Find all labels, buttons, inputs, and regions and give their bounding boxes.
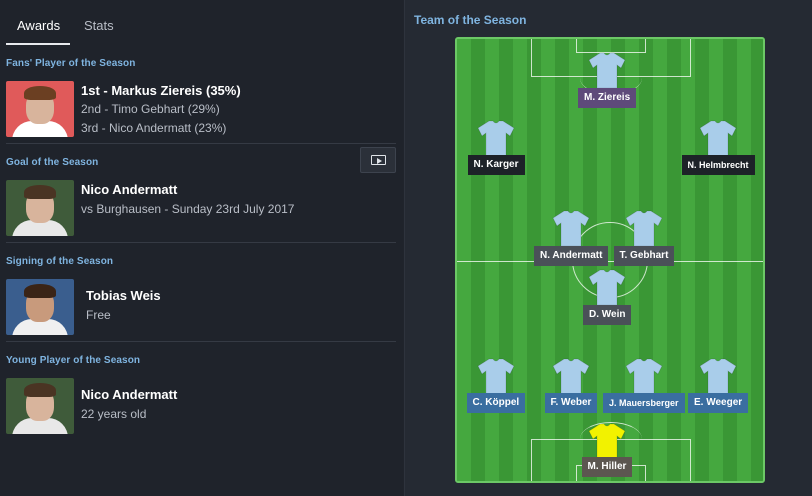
player-name-tag[interactable]: C. Köppel — [466, 393, 526, 413]
shirt-icon[interactable] — [551, 356, 591, 396]
player-name-tag[interactable]: D. Wein — [583, 305, 632, 325]
player-name-tag[interactable]: N. Helmbrecht — [681, 155, 755, 175]
tab-stats[interactable]: Stats — [73, 8, 125, 45]
shirt-icon[interactable] — [587, 50, 627, 90]
player-name-tag[interactable]: F. Weber — [544, 393, 598, 413]
divider — [6, 341, 396, 342]
player-name-tag[interactable]: M. Ziereis — [578, 88, 637, 108]
awards-panel: Awards Stats Fans' Player of the Season … — [0, 0, 403, 496]
tab-bar: Awards Stats — [6, 8, 125, 45]
shirt-icon[interactable] — [476, 356, 516, 396]
tab-awards[interactable]: Awards — [6, 8, 70, 45]
shirt-icon[interactable] — [551, 208, 591, 248]
shirt-icon[interactable] — [698, 118, 738, 158]
section-title: Signing of the Season — [6, 256, 114, 267]
player-name-tag[interactable]: N. Andermatt — [534, 246, 609, 266]
player-name-tag[interactable]: M. Hiller — [581, 457, 633, 477]
player-photo-andermatt-young[interactable] — [6, 378, 74, 434]
divider — [6, 143, 396, 144]
signing-detail: Free — [86, 308, 111, 322]
team-title: Team of the Season — [414, 13, 527, 27]
shirt-icon[interactable] — [624, 356, 664, 396]
player-photo-weis[interactable] — [6, 279, 74, 335]
goalkeeper-shirt-icon[interactable] — [587, 421, 627, 461]
player-name-tag[interactable]: J. Mauersberger — [603, 393, 685, 413]
section-title: Goal of the Season — [6, 157, 99, 168]
player-name-tag[interactable]: T. Gebhart — [613, 246, 675, 266]
shirt-icon[interactable] — [476, 118, 516, 158]
player-photo-ziereis[interactable] — [6, 81, 74, 137]
shirt-icon[interactable] — [624, 208, 664, 248]
player-name-tag[interactable]: E. Weeger — [688, 393, 749, 413]
team-of-season-panel: Team of the Season M. Ziereis N. Karger N.… — [404, 0, 812, 496]
player-name-tag[interactable]: N. Karger — [467, 155, 525, 175]
player-photo-andermatt[interactable] — [6, 180, 74, 236]
watch-goal-button[interactable] — [360, 147, 396, 173]
section-title: Young Player of the Season — [6, 355, 141, 366]
fans-player-section: Fans' Player of the Season — [6, 58, 396, 69]
fans-second[interactable]: 2nd - Timo Gebhart (29%) — [81, 102, 220, 116]
young-detail: 22 years old — [81, 407, 147, 421]
goal-player[interactable]: Nico Andermatt — [81, 182, 177, 197]
young-player-section: Young Player of the Season — [6, 355, 396, 366]
young-player[interactable]: Nico Andermatt — [81, 387, 177, 402]
signing-player[interactable]: Tobias Weis — [86, 288, 161, 303]
signing-section: Signing of the Season — [6, 256, 396, 267]
fans-winner[interactable]: 1st - Markus Ziereis (35%) — [81, 83, 241, 98]
fans-third[interactable]: 3rd - Nico Andermatt (23%) — [81, 121, 226, 135]
section-title: Fans' Player of the Season — [6, 58, 136, 69]
divider — [6, 242, 396, 243]
goal-detail: vs Burghausen - Sunday 23rd July 2017 — [81, 202, 295, 216]
goal-section: Goal of the Season — [6, 157, 396, 168]
shirt-icon[interactable] — [698, 356, 738, 396]
shirt-icon[interactable] — [587, 267, 627, 307]
